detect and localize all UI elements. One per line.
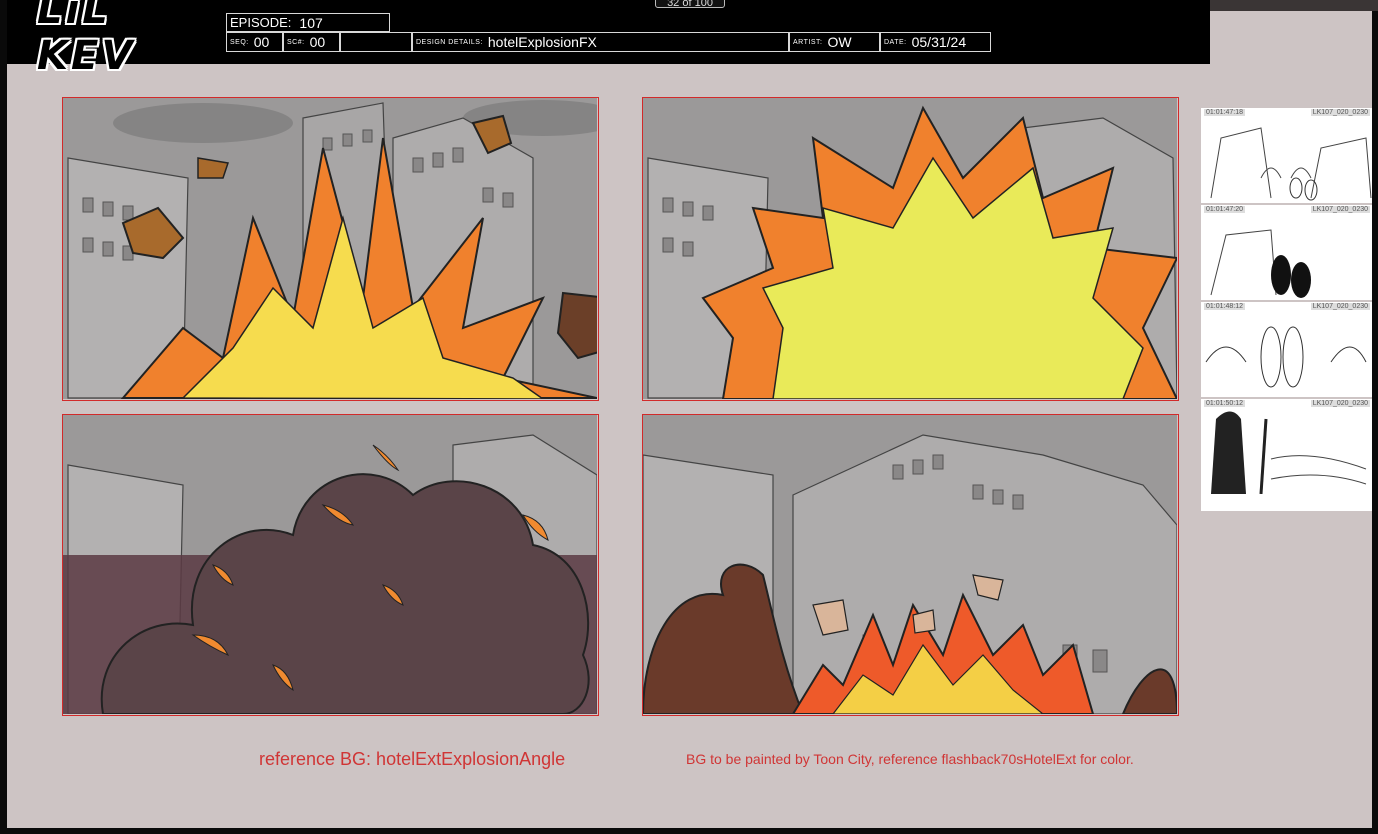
episode-field: EPISODE: 107 (226, 13, 390, 32)
artist-label: ARTIST: (793, 38, 823, 46)
thumbnail-sketch (1205, 326, 1367, 388)
show-logo: LiL KEV (37, 0, 217, 79)
fire-artwork-4 (643, 415, 1177, 714)
design-sheet-header: LiL KEV EPISODE: 107 SEQ: 00 SC#: 00 DES… (7, 0, 1210, 79)
thumbnail-timecode: 01:01:50:12 (1204, 400, 1245, 407)
bg-paint-note: BG to be painted by Toon City, reference… (686, 751, 1134, 767)
date-field: DATE: 05/31/24 (880, 32, 991, 52)
smoke-panel-3[interactable] (62, 414, 599, 716)
thumbnail-shot-id: LK107_020_0230 (1310, 109, 1370, 116)
seq-value: 00 (253, 34, 270, 50)
scene-field: SC#: 00 (283, 32, 340, 52)
seq-label: SEQ: (230, 38, 249, 46)
storyboard-thumbnail[interactable]: 01:01:48:12 LK107_020_0230 (1201, 302, 1372, 399)
storyboard-thumbnail[interactable]: 01:01:47:18 LK107_020_0230 (1201, 108, 1372, 205)
storyboard-thumbnail[interactable]: 01:01:47:20 LK107_020_0230 (1201, 205, 1372, 302)
design-details-value: hotelExplosionFX (487, 34, 597, 50)
smoke-artwork-3 (63, 415, 597, 714)
logo-text: LiL KEV (37, 0, 136, 79)
title-bar-strip (1210, 0, 1378, 11)
thumbnail-sketch (1211, 411, 1367, 495)
thumbnail-shot-id: LK107_020_0230 (1310, 303, 1370, 310)
thumbnail-shot-id: LK107_020_0230 (1310, 400, 1370, 407)
artist-field: ARTIST: OW (789, 32, 880, 52)
thumbnail-sketch (1210, 229, 1311, 298)
explosion-panel-1[interactable] (62, 97, 599, 401)
reference-bg-caption: reference BG: hotelExtExplosionAngle (259, 749, 566, 769)
window-edge (1372, 0, 1378, 834)
explosion-artwork-1 (63, 98, 597, 399)
storyboard-thumbnail-strip: 01:01:47:18 LK107_020_0230 01:01:47:20 L… (1201, 108, 1372, 511)
scene-value: 00 (309, 34, 326, 50)
artist-value: OW (827, 34, 852, 50)
fire-panel-4[interactable] (642, 414, 1179, 716)
explosion-panel-2[interactable] (642, 97, 1179, 401)
thumbnail-timecode: 01:01:47:20 (1204, 206, 1245, 213)
blank-field (340, 32, 412, 52)
date-value: 05/31/24 (911, 34, 967, 50)
episode-label: EPISODE: (230, 15, 292, 30)
design-details-label: DESIGN DETAILS: (416, 38, 483, 46)
date-label: DATE: (884, 38, 907, 46)
seq-field: SEQ: 00 (226, 32, 283, 52)
thumbnail-timecode: 01:01:48:12 (1204, 303, 1245, 310)
thumbnail-sketch (1210, 127, 1372, 201)
episode-value: 107 (299, 14, 323, 31)
design-details-field: DESIGN DETAILS: hotelExplosionFX (412, 32, 789, 52)
thumbnail-shot-id: LK107_020_0230 (1310, 206, 1370, 213)
thumbnail-timecode: 01:01:47:18 (1204, 109, 1245, 116)
page-counter[interactable]: 32 of 100 (655, 0, 725, 9)
storyboard-thumbnail[interactable]: 01:01:50:12 LK107_020_0230 (1201, 399, 1372, 496)
scene-label: SC#: (287, 38, 305, 46)
explosion-artwork-2 (643, 98, 1177, 399)
